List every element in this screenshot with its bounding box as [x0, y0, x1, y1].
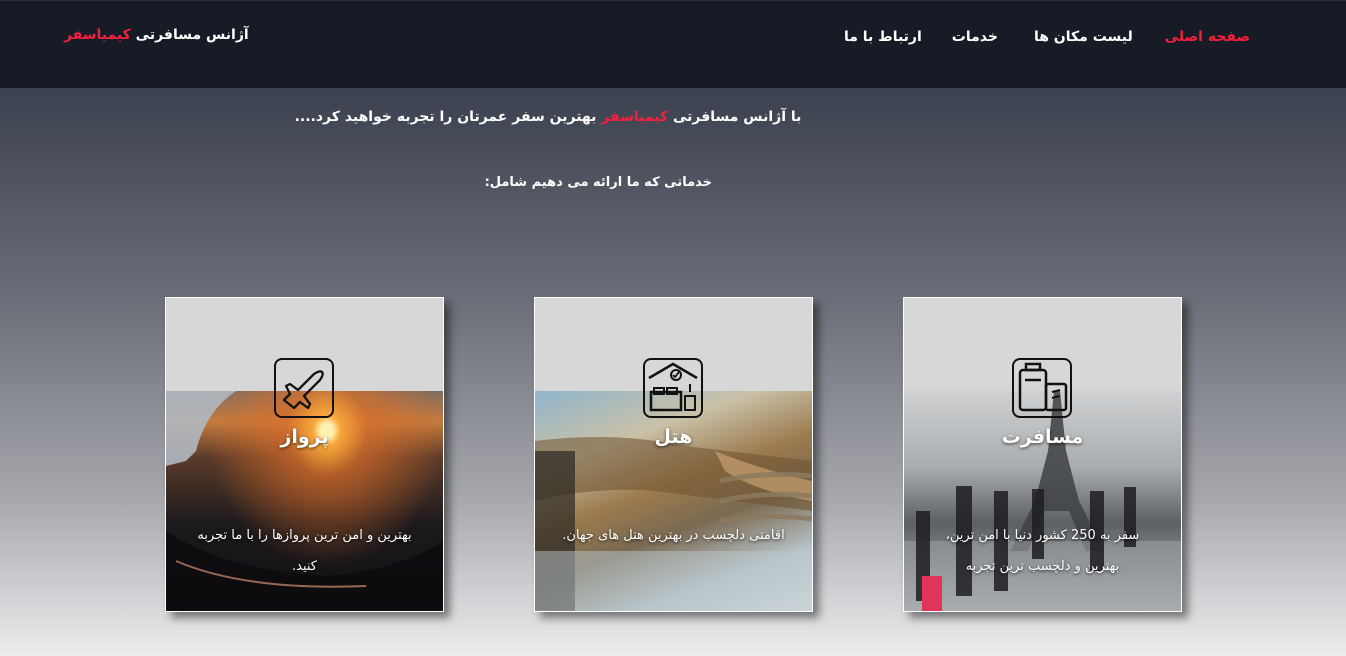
nav-link-home[interactable]: صفحه اصلی — [1165, 29, 1250, 45]
brand-prefix: آژانس مسافرتی — [135, 27, 249, 43]
service-card-travel[interactable]: مسافرت سفر به 250 کشور دنیا با امن ترین،… — [903, 297, 1182, 612]
luggage-icon — [1012, 358, 1072, 418]
hotel-photo — [535, 391, 812, 611]
card-title: مسافرت — [1001, 426, 1084, 448]
brand-name: کیمیاسفر — [64, 27, 131, 43]
hero-tagline: با آژانس مسافرتی کیمیاسفر بهترین سفر عمر… — [0, 106, 1346, 125]
nav-link-contact[interactable]: ارتباط با ما — [844, 29, 922, 45]
card-description: سفر به 250 کشور دنیا با امن ترین، بهترین… — [945, 528, 1140, 574]
hotel-lobby-illustration — [535, 437, 812, 611]
hotel-icon — [643, 358, 703, 418]
nav-links: صفحه اصلی لیست مکان ها خدمات ارتباط با م… — [844, 29, 1250, 45]
nav-link-services[interactable]: خدمات — [952, 29, 998, 45]
service-card-flight[interactable]: پرواز بهترین و امن ترین پروازها را با ما… — [165, 297, 444, 612]
brand-logo[interactable]: آژانس مسافرتی کیمیاسفر — [64, 27, 249, 43]
navbar: صفحه اصلی لیست مکان ها خدمات ارتباط با م… — [0, 0, 1346, 88]
tagline-brand: کیمیاسفر — [601, 109, 669, 125]
card-description: اقامتی دلچسب در بهترین هتل های جهان. — [562, 528, 785, 543]
tagline-start: با آژانس مسافرتی — [672, 109, 802, 125]
service-card-hotel[interactable]: هتل اقامتی دلچسب در بهترین هتل های جهان. — [534, 297, 813, 612]
card-title: هتل — [654, 426, 693, 448]
card-title: پرواز — [280, 426, 329, 448]
nav-link-places[interactable]: لیست مکان ها — [1034, 29, 1133, 45]
services-intro: خدماتی که ما ارائه می دهیم شامل: — [484, 175, 712, 190]
card-description: بهترین و امن ترین پروازها را با ما تجربه… — [197, 528, 412, 574]
airplane-icon — [274, 358, 334, 418]
tagline-end: بهترین سفر عمرتان را تجربه خواهید کرد...… — [294, 109, 597, 125]
